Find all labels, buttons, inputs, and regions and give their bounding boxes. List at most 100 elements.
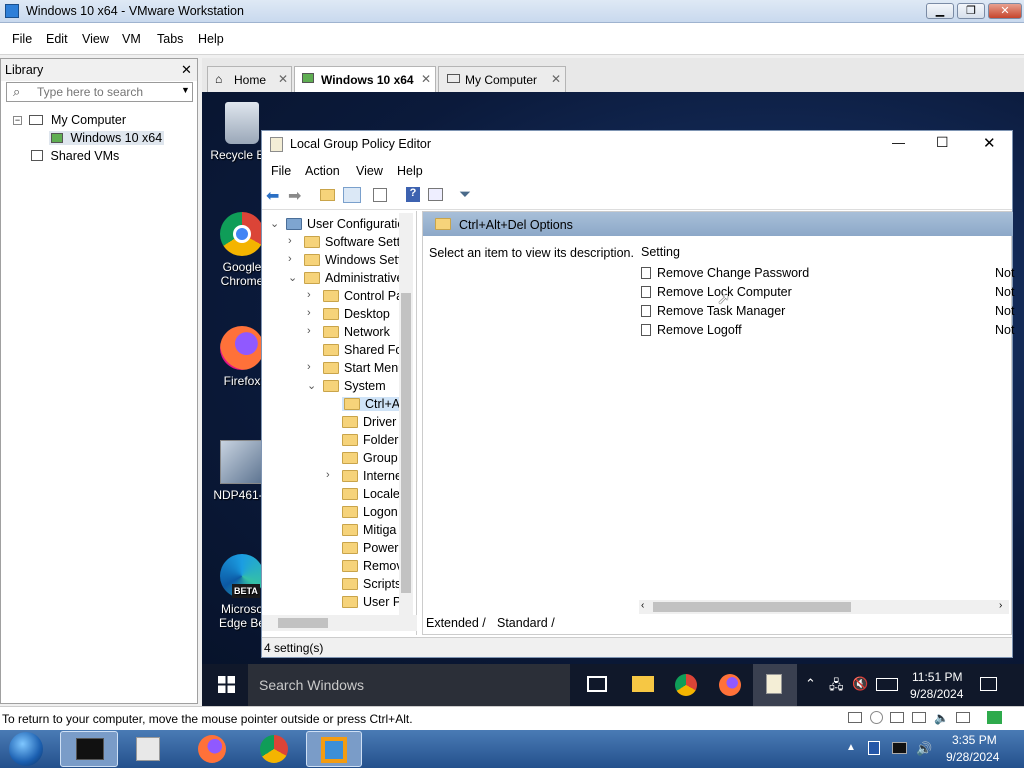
tab-close-icon[interactable]: ✕ [551,72,561,86]
setting-row[interactable]: Remove Logoff Not [641,323,1014,337]
chevron-right-icon[interactable]: › [307,289,311,301]
tab-close-icon[interactable]: ✕ [421,72,431,86]
vmware-icon [321,737,347,763]
file-explorer-icon[interactable] [632,676,654,692]
tree-item-label: Windows Sett [325,253,402,267]
tab-my-computer[interactable]: My Computer ✕ [438,66,566,92]
tab-close-icon[interactable]: ✕ [278,72,288,86]
setting-row[interactable]: Remove Change Password Not [641,266,1014,280]
chevron-down-icon[interactable]: ⌄ [288,271,297,284]
chevron-right-icon[interactable]: › [326,469,330,481]
gpe-menu-view[interactable]: View [356,164,383,178]
guest-search-box[interactable]: Search Windows [248,664,570,706]
tree-item-label: Shared Fol [344,343,406,357]
library-search-input[interactable] [37,85,177,99]
help-icon[interactable]: ? [406,187,420,202]
tree-windows-10-vm[interactable]: Windows 10 x64 [49,131,165,145]
windows-start-icon[interactable] [218,676,235,693]
export-list-icon[interactable] [373,188,387,202]
tab-standard[interactable]: Standard / [497,616,555,630]
usb-icon[interactable] [912,712,926,723]
notification-icon[interactable] [980,677,997,691]
gpe-minimize-button[interactable]: — [892,135,905,150]
tab-extended[interactable]: Extended / [426,616,486,630]
host-chrome-icon[interactable] [260,735,288,763]
host-clock-date[interactable]: 9/28/2024 [946,750,999,764]
chevron-down-icon[interactable]: ⌄ [307,379,316,392]
chevron-right-icon[interactable]: › [307,325,311,337]
chrome-taskbar-icon[interactable] [675,674,697,696]
chevron-down-icon[interactable]: ⌄ [270,217,279,230]
host-task-terminal[interactable] [60,731,118,767]
display-icon[interactable] [956,712,970,723]
gpe-taskbar-button[interactable] [753,664,797,706]
media-player-icon[interactable] [136,737,160,761]
up-folder-icon[interactable] [320,189,335,201]
show-hide-tree-icon[interactable] [343,187,361,203]
network-icon[interactable]: 🖧 [829,676,844,698]
forward-arrow-icon[interactable]: ➡ [288,186,301,206]
gpe-menu-file[interactable]: File [271,164,291,178]
menu-tabs[interactable]: Tabs [157,32,183,46]
chevron-right-icon[interactable]: › [288,253,292,265]
host-task-vmware[interactable] [306,731,362,767]
tree-item-label: Locale [363,487,400,501]
show-hidden-icons-icon[interactable]: ▲ [846,742,856,753]
back-arrow-icon[interactable]: ⬅ [266,186,279,206]
chevron-right-icon[interactable]: › [288,235,292,247]
chevron-up-icon[interactable]: ⌃ [805,676,816,692]
folder-icon [344,398,360,410]
library-search[interactable]: ⌕ ▼ [6,82,193,102]
library-close-icon[interactable]: ✕ [181,62,192,78]
host-firefox-icon[interactable] [198,735,226,763]
tree-shared-vms[interactable]: Shared VMs [31,149,119,163]
gpe-menu-help[interactable]: Help [397,164,423,178]
search-dropdown-icon[interactable]: ▼ [181,85,190,95]
tray-volume-icon[interactable]: 🔊 [916,741,932,757]
menu-vm[interactable]: VM [122,32,141,46]
tab-home[interactable]: ⌂ Home ✕ [207,66,292,92]
sound-icon[interactable]: 🔈 [934,711,949,725]
chevron-right-icon[interactable]: › [307,361,311,373]
tree-vertical-scrollbar[interactable] [399,213,413,615]
tray-app-icon[interactable] [868,741,880,755]
network-adapter-icon[interactable] [890,712,904,723]
gpe-maximize-button[interactable]: ☐ [936,134,949,151]
firefox-taskbar-icon[interactable] [719,674,741,696]
tray-monitor-icon[interactable] [892,742,907,754]
properties-icon[interactable] [428,188,443,201]
host-start-orb-icon[interactable] [9,732,43,766]
settings-horizontal-scrollbar[interactable]: ‹ › [639,600,1009,614]
volume-muted-icon[interactable]: 🔇 [852,676,868,692]
collapse-icon[interactable]: − [13,116,22,125]
chevron-right-icon[interactable]: › [307,307,311,319]
task-view-icon[interactable] [587,676,607,692]
message-log-icon[interactable] [987,711,1002,724]
column-header-setting[interactable]: Setting [641,245,680,259]
scroll-left-icon[interactable]: ‹ [641,600,644,611]
maximize-button[interactable]: ❐ [957,3,985,19]
tab-windows-10[interactable]: Windows 10 x64 ✕ [294,66,436,92]
guest-clock-time[interactable]: 11:51 PM [912,670,962,684]
menu-help[interactable]: Help [198,32,224,46]
menu-edit[interactable]: Edit [46,32,68,46]
keyboard-icon[interactable] [876,678,898,691]
menu-view[interactable]: View [82,32,109,46]
gpe-close-button[interactable]: ✕ [983,134,996,152]
tree-horizontal-scrollbar[interactable] [262,615,417,631]
folder-icon [323,380,339,392]
gpe-menu-action[interactable]: Action [305,164,340,178]
tab-label: Extended [426,616,479,630]
folder-icon [323,326,339,338]
filter-icon[interactable]: ⏷ [459,186,471,203]
tree-my-computer[interactable]: − My Computer [13,113,126,127]
setting-row[interactable]: Remove Task Manager Not [641,304,1014,318]
host-clock-time[interactable]: 3:35 PM [952,733,997,747]
menu-file[interactable]: File [12,32,32,46]
close-button[interactable]: ✕ [988,3,1022,19]
scroll-right-icon[interactable]: › [999,600,1002,611]
hdd-icon[interactable] [848,712,862,723]
guest-clock-date[interactable]: 9/28/2024 [910,687,963,701]
minimize-button[interactable]: ▁ [926,3,954,19]
cd-icon[interactable] [870,711,883,724]
